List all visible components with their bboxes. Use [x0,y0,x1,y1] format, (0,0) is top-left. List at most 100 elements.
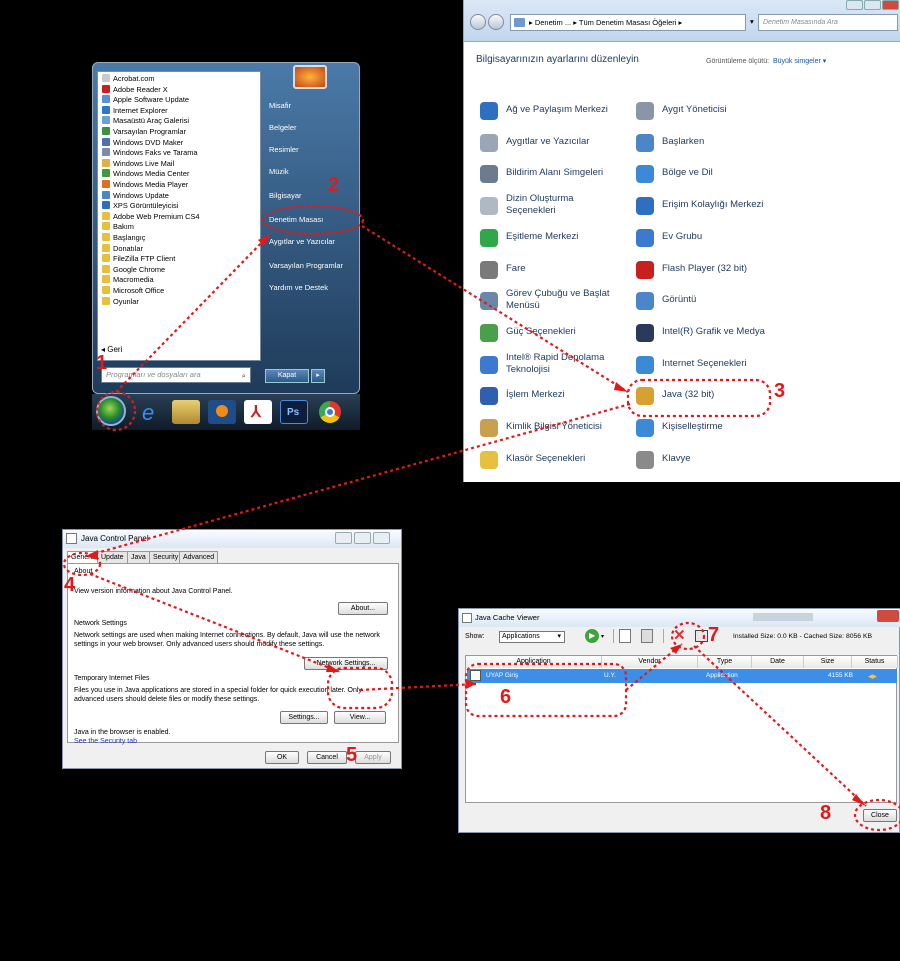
apply-button[interactable]: Apply [355,751,391,764]
program-icon [102,148,110,157]
program-list-item[interactable]: Microsoft Office [102,286,164,297]
control-panel-item-icon [480,323,498,342]
shutdown-button[interactable]: Kapat [265,369,309,383]
program-list-item[interactable]: Macromedia [102,275,154,286]
program-icon [102,169,110,178]
start-right-item[interactable]: Resimler [269,145,299,154]
minimize-button[interactable] [335,532,352,544]
programs-list: Acrobat.com Adobe Reader X Apple Software … [97,71,261,361]
program-icon [102,275,110,284]
program-list-item[interactable]: Windows Update [102,190,169,202]
adobe-reader-icon[interactable]: ⅄ [244,400,272,424]
program-list-item[interactable]: Apple Software Update [102,95,189,106]
explorer-folder-icon[interactable] [172,400,200,424]
view-button[interactable]: View... [334,711,386,724]
photoshop-icon[interactable]: Ps [280,400,308,424]
start-right-item[interactable]: Misafir [269,101,291,110]
start-right-item[interactable]: Yardım ve Destek [269,283,328,292]
media-player-icon[interactable] [208,400,236,424]
java-cache-viewer-window: Java Cache Viewer Show: Applications ▾ ▶ … [458,608,900,833]
program-list-item[interactable]: XPS Görüntüleyicisi [102,201,178,212]
column-header-application[interactable]: Application [466,656,602,668]
step-label: 4 [64,574,76,596]
show-jnlp-icon[interactable] [619,629,631,643]
program-list-item[interactable]: Windows Media Center [102,169,189,180]
internet-explorer-icon[interactable]: e [136,400,164,425]
network-settings-button[interactable]: Network Settings... [304,657,388,670]
about-button[interactable]: About... [338,602,388,615]
delete-icon[interactable]: ✕ [673,626,686,644]
start-right-item[interactable]: Aygıtlar ve Yazıcılar [269,237,335,246]
close-button[interactable] [882,0,899,10]
cell-size: 4155 KB [828,672,853,679]
start-right-item[interactable]: Varsayılan Programlar [269,261,343,270]
column-header-vendor[interactable]: Vendor [602,656,698,668]
program-list-item[interactable]: Bakım [102,222,134,233]
program-list-item[interactable]: Adobe Reader X [102,84,168,96]
start-search-input[interactable]: Programları ve dosyaları ara ⌕ [101,367,251,383]
java-app-icon [470,670,481,681]
general-tab-panel: About View version information about Jav… [67,563,399,745]
start-right-item[interactable]: Denetim Masası [269,215,323,224]
program-list-item[interactable]: Oyunlar [102,296,139,308]
control-panel-item-icon [480,165,498,184]
cache-table: Application Vendor Type Date Size Status… [465,655,898,803]
program-list-item[interactable]: Varsayılan Programlar [102,127,186,138]
program-icon [102,211,110,220]
program-list-item[interactable]: Windows Faks ve Tarama [102,148,197,159]
view-by-selector[interactable]: Görüntüleme ölçütü: Büyük simgeler ▾ [706,57,826,65]
close-button[interactable]: Close [863,809,897,822]
program-icon [102,74,110,82]
refresh-button[interactable]: ▾ [750,14,756,31]
column-header-date[interactable]: Date [752,656,804,668]
tab-java[interactable]: Java [127,551,150,563]
browser-status-text: Java in the browser is enabled. [74,729,171,736]
back-arrow-icon[interactable] [470,14,486,30]
close-button[interactable] [373,532,390,544]
column-header-size[interactable]: Size [804,656,852,668]
control-panel-search-input[interactable]: Denetim Masasında Ara [758,14,898,31]
maximize-button[interactable] [864,0,881,10]
tab-advanced[interactable]: Advanced [179,551,219,563]
program-list-item[interactable]: Adobe Web Premium CS4 [102,211,200,223]
cache-size-label: Installed Size: 0.0 KB - Cached Size: 80… [733,633,873,640]
run-icon[interactable]: ▶ [585,629,599,643]
start-right-item[interactable]: Bilgisayar [269,191,302,200]
program-list-item[interactable]: Windows Live Mail [102,158,174,170]
start-orb-icon[interactable] [96,396,126,426]
close-icon[interactable] [877,610,899,622]
program-list-item[interactable]: Acrobat.com [102,74,155,85]
program-list-item[interactable]: Masaüstü Araç Galerisi [102,116,189,127]
show-details-icon[interactable] [641,629,653,643]
window-controls [846,0,900,12]
network-text: settings in your web browser. Only advan… [74,641,325,648]
show-select[interactable]: Applications ▾ [499,631,565,643]
address-bar[interactable]: ▸ Denetim ... ▸ Tüm Denetim Masası Öğele… [510,14,746,31]
minimize-button[interactable] [846,0,863,10]
program-list-item[interactable]: Donatılar [102,243,143,255]
chrome-icon[interactable] [316,400,344,424]
program-list-item[interactable]: Google Chrome [102,264,165,276]
maximize-button[interactable] [354,532,371,544]
start-right-item[interactable]: Müzik [269,167,289,176]
program-list-item[interactable]: Windows DVD Maker [102,137,183,149]
column-header-status[interactable]: Status [852,656,898,668]
shutdown-options-button[interactable]: ▸ [311,369,325,383]
program-list-item[interactable]: Windows Media Player [102,180,188,191]
tab-general[interactable]: General [67,551,100,563]
start-right-item[interactable]: Belgeler [269,123,297,132]
ok-button[interactable]: OK [265,751,299,764]
forward-arrow-icon[interactable] [488,14,504,30]
tab-update[interactable]: Update [97,551,128,563]
program-list-item[interactable]: FileZilla FTP Client [102,254,175,265]
program-list-item[interactable]: Başlangıç [102,233,145,244]
shortcut-icon[interactable] [695,630,708,642]
settings-button[interactable]: Settings... [280,711,328,724]
cancel-button[interactable]: Cancel [307,751,347,764]
control-panel-item-icon [480,355,498,374]
program-list-item[interactable]: Internet Explorer [102,105,168,117]
run-dropdown-icon[interactable]: ▾ [601,633,604,640]
column-header-type[interactable]: Type [698,656,752,668]
tab-security[interactable]: Security [149,551,183,563]
security-tab-link[interactable]: See the Security tab [74,738,137,745]
